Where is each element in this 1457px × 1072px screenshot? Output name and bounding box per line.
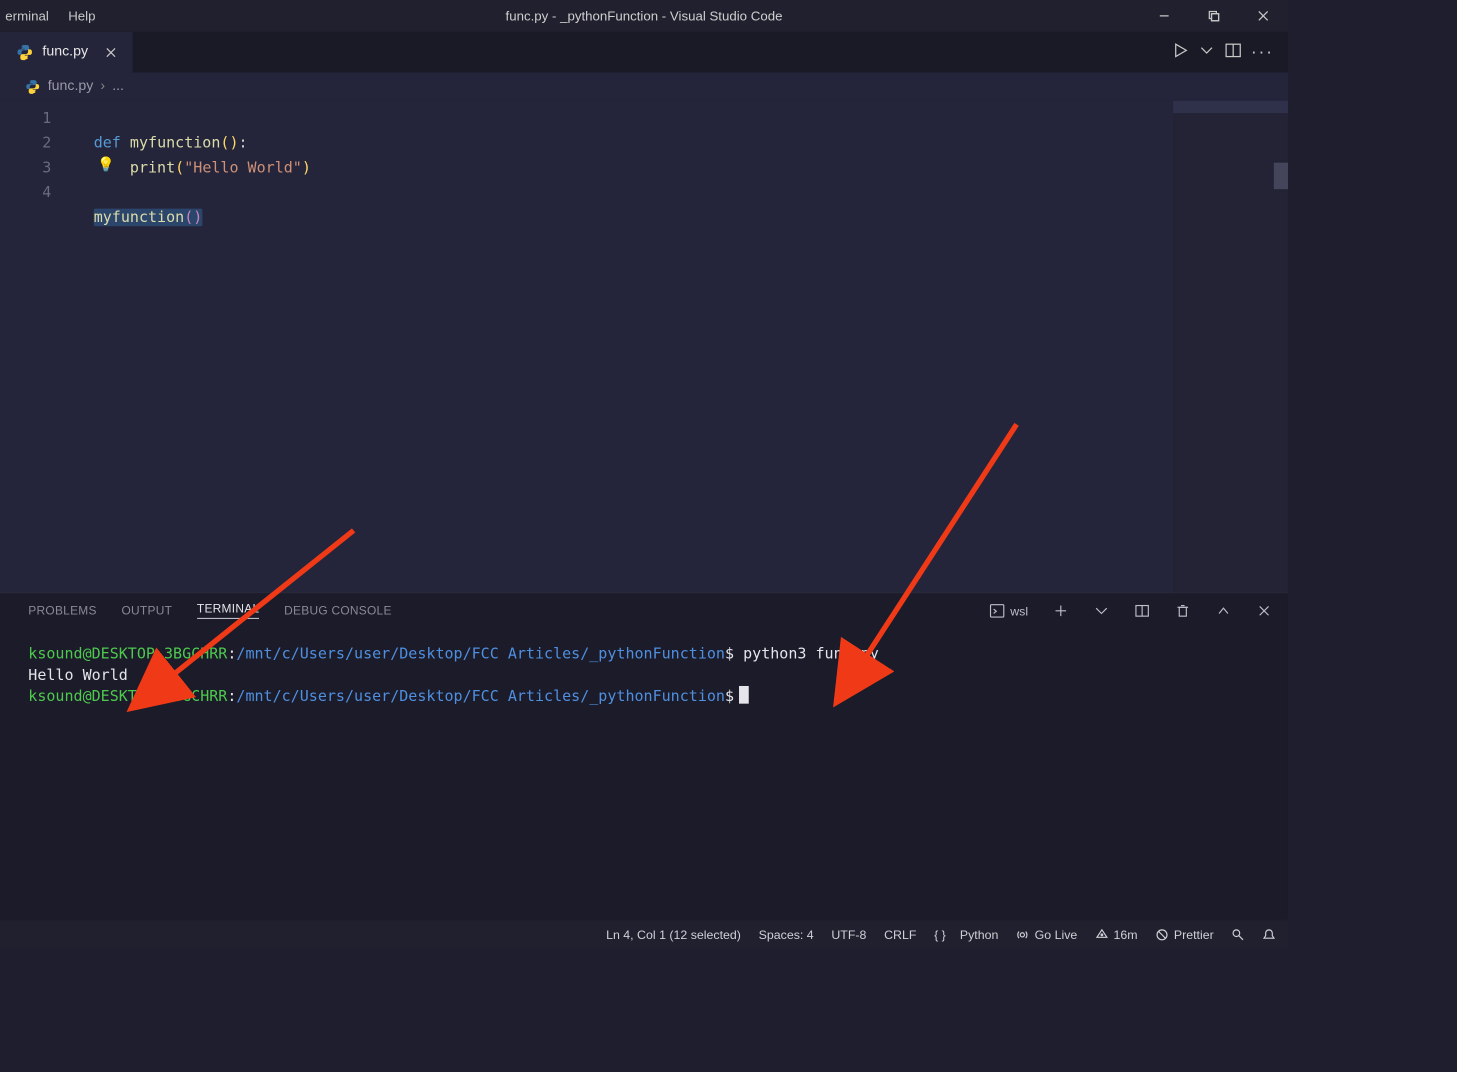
- status-eol[interactable]: CRLF: [884, 927, 916, 941]
- python-icon: [25, 79, 41, 95]
- terminal-output: Hello World: [28, 667, 128, 685]
- bottom-panel: PROBLEMS OUTPUT TERMINAL DEBUG CONSOLE w…: [0, 592, 1288, 919]
- status-prettier[interactable]: Prettier: [1155, 927, 1213, 941]
- menu-help[interactable]: Help: [68, 8, 95, 23]
- split-terminal-icon[interactable]: [1134, 602, 1150, 618]
- scrollbar-thumb[interactable]: [1274, 163, 1288, 190]
- panel-tab-problems[interactable]: PROBLEMS: [28, 604, 96, 617]
- status-golive[interactable]: Go Live: [1016, 927, 1077, 941]
- breadcrumb-rest: ...: [112, 79, 124, 95]
- maximize-button[interactable]: [1189, 0, 1239, 32]
- menu-terminal[interactable]: erminal: [5, 8, 48, 23]
- status-spaces[interactable]: Spaces: 4: [759, 927, 814, 941]
- status-cursor-pos[interactable]: Ln 4, Col 1 (12 selected): [606, 927, 741, 941]
- python-icon: [16, 43, 34, 61]
- chevron-up-icon[interactable]: [1216, 602, 1232, 618]
- chevron-right-icon: ›: [100, 79, 105, 95]
- terminal-dropdown-icon[interactable]: [1094, 602, 1110, 618]
- status-feedback-icon[interactable]: [1231, 928, 1244, 941]
- window-title: func.py - _pythonFunction - Visual Studi…: [506, 8, 783, 23]
- panel-tab-terminal[interactable]: TERMINAL: [197, 602, 259, 619]
- tab-funcpy[interactable]: func.py: [0, 32, 132, 73]
- new-terminal-icon[interactable]: [1053, 602, 1069, 618]
- code-content: def myfunction(): print("Hello World") m…: [94, 106, 311, 230]
- terminal-cursor: [739, 686, 749, 704]
- run-dropdown-icon[interactable]: [1198, 41, 1216, 63]
- status-encoding[interactable]: UTF-8: [831, 927, 866, 941]
- split-editor-icon[interactable]: [1224, 41, 1242, 63]
- panel-tab-output[interactable]: OUTPUT: [121, 604, 172, 617]
- terminal-body[interactable]: ksound@DESKTOP-3BGCHRR:/mnt/c/Users/user…: [0, 628, 1288, 920]
- minimap[interactable]: [1173, 101, 1288, 593]
- tab-label: func.py: [42, 44, 88, 60]
- status-bell-icon[interactable]: [1262, 928, 1275, 941]
- title-bar: erminal Help func.py - _pythonFunction -…: [0, 0, 1288, 32]
- status-bar: Ln 4, Col 1 (12 selected) Spaces: 4 UTF-…: [0, 921, 1288, 948]
- close-panel-icon[interactable]: [1256, 602, 1272, 618]
- line-gutter: 1234: [0, 101, 67, 205]
- breadcrumb[interactable]: func.py › ...: [0, 72, 1288, 100]
- close-button[interactable]: [1238, 0, 1288, 32]
- run-button[interactable]: [1171, 41, 1189, 63]
- minimize-button[interactable]: [1139, 0, 1189, 32]
- trash-icon[interactable]: [1175, 602, 1191, 618]
- panel-tab-debug[interactable]: DEBUG CONSOLE: [284, 604, 392, 617]
- status-time[interactable]: 16m: [1095, 927, 1138, 941]
- breadcrumb-file: func.py: [48, 79, 94, 95]
- close-tab-icon[interactable]: [102, 43, 120, 61]
- terminal-shell-selector[interactable]: wsl: [989, 602, 1028, 618]
- status-language[interactable]: { } Python: [934, 927, 998, 941]
- code-editor[interactable]: 1234 💡 def myfunction(): print("Hello Wo…: [0, 101, 1288, 593]
- tabs-row: func.py ···: [0, 32, 1288, 73]
- more-icon[interactable]: ···: [1251, 42, 1274, 62]
